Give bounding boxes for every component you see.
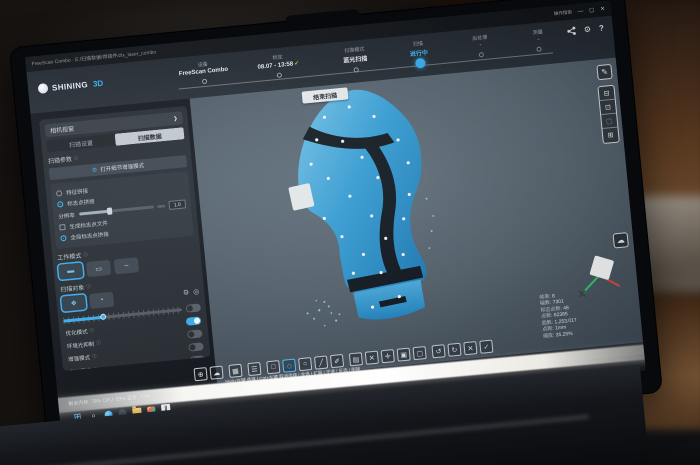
tab-scan-settings[interactable]: 扫描设置 [46,134,116,153]
scan-object-option-1[interactable]: ❖ [61,294,86,311]
info-icon: ⓘ [96,340,101,346]
rect-select-icon[interactable]: □ [266,360,280,374]
info-icon: ⓘ [89,328,94,334]
help-icon[interactable]: ? [599,23,605,32]
step-dot [537,46,542,51]
step-dot [202,79,207,84]
brightness-toggle[interactable] [185,303,201,312]
resolution-slider[interactable] [79,205,154,215]
confirm-icon[interactable]: ✓ [479,340,493,354]
radio-selected-icon[interactable] [57,201,64,208]
info-icon: ⓘ [74,155,79,161]
scanner-device-button[interactable]: ⊡ [600,100,616,115]
radio-selected-icon[interactable] [60,235,67,242]
expand-selection-icon[interactable]: ✛ [381,349,395,363]
work-mode-option-1[interactable]: ▬ [58,263,83,280]
step-dot [479,52,484,57]
scan-object-option-2[interactable]: ◔ [89,292,114,309]
radio-icon[interactable] [56,190,63,197]
enhance-gear-icon: ⚙ [92,166,98,173]
quick-help-link[interactable]: 操作指南 [554,9,572,17]
file-icon[interactable]: ▢ [413,346,427,360]
layers-icon[interactable]: ☰ [247,362,261,376]
polygon-select-icon[interactable]: ◇ [282,359,296,373]
lasso-select-icon[interactable]: ○ [298,357,312,371]
settings-gear-icon[interactable]: ⚙ [583,25,591,35]
shining3d-logo-icon [38,83,49,94]
step-dot [277,73,282,78]
optimize-toggle[interactable] [186,316,202,325]
left-sidebar: 相机视窗 ❯ 扫描设置 扫描数据 扫描参数ⓘ ⚙ 打开细节增强模式 [39,106,210,371]
info-icon: ⓘ [92,354,97,360]
brand-3d: 3D [93,78,104,88]
checkbox-icon[interactable] [59,224,66,231]
info-icon: ⓘ [86,283,91,289]
stylus-tool-button[interactable]: ✎ [596,64,612,80]
info-icon: ⓘ [93,367,98,371]
undo-icon[interactable]: ↺ [431,344,445,358]
image-icon[interactable]: ▣ [397,348,411,362]
work-mode-option-3[interactable]: – [114,257,139,274]
redo-icon[interactable]: ↻ [447,343,461,357]
step-scan-mode[interactable]: 扫描模式 蓝光扫描 [319,43,391,76]
right-tool-rail: ✎ ⊟ ⊡ ▢ ⊞ ☁ [595,64,630,249]
chevron-right-icon[interactable]: ❯ [173,115,178,121]
gear-icon[interactable]: ⚙ [182,288,189,297]
enhance-toggle[interactable] [188,342,204,351]
step-measure[interactable]: 测量 - [503,25,575,55]
info-icon: ⓘ [83,251,88,257]
cloud-export-button[interactable]: ☁ [613,232,629,248]
monitor-view-button[interactable]: ⊟ [598,86,614,101]
share-icon[interactable] [567,26,577,36]
device-disabled-button[interactable]: ▢ [601,114,617,129]
alignment-panel: 特征拼接 标志点拼接 分辨率 mm 1.0 生成标志点文件 [50,171,194,249]
target-icon[interactable]: ◎ [193,287,200,296]
frame-view-icon[interactable]: ▦ [228,364,242,378]
ambient-toggle[interactable] [187,329,203,338]
photo-scene: FreeScan Combo · E:/扫描数据/焊接件/zlx_laser_c… [0,0,700,465]
maximize-button[interactable]: ▢ [589,7,595,13]
cloud-icon[interactable]: ☁ [209,366,223,380]
line-select-icon[interactable]: ╱ [314,355,328,369]
minimize-button[interactable]: — [578,8,584,14]
resolution-value[interactable]: 1.0 [168,199,186,210]
step-dot-active [414,58,425,69]
brand-shining: SHINING [52,80,89,92]
scan-stats: 帧率: 8 幅数: 7301 标志点数: 48 点数: 62385 面数: 1,… [539,291,578,340]
device-switch-group: ⊟ ⊡ ▢ ⊞ [597,85,619,144]
laptop-screen: FreeScan Combo · E:/扫描数据/焊接件/zlx_laser_c… [25,1,646,428]
connect-icon[interactable]: ▤ [349,352,363,366]
orientation-gizmo[interactable] [569,252,625,303]
step-dot [354,67,359,72]
mesh-toggle[interactable] [189,355,205,364]
device-alt-button[interactable]: ⊞ [603,128,619,143]
brush-select-icon[interactable]: ✐ [330,354,344,368]
tab-scan-data[interactable]: 扫描数据 [115,127,185,146]
close-button[interactable]: ✕ [600,6,605,12]
delete-selection-icon[interactable]: ✕ [365,351,379,365]
work-mode-option-2[interactable]: ▭ [86,260,111,277]
add-marker-icon[interactable]: ⊕ [194,367,208,381]
3d-viewport[interactable]: 帧率: 8 幅数: 7301 标志点数: 48 点数: 62385 面数: 1,… [190,57,643,383]
brand-logo: SHINING 3D [38,78,104,94]
cancel-icon[interactable]: ✕ [463,341,477,355]
check-icon: ✔ [294,61,300,67]
scanned-model[interactable] [252,75,474,335]
